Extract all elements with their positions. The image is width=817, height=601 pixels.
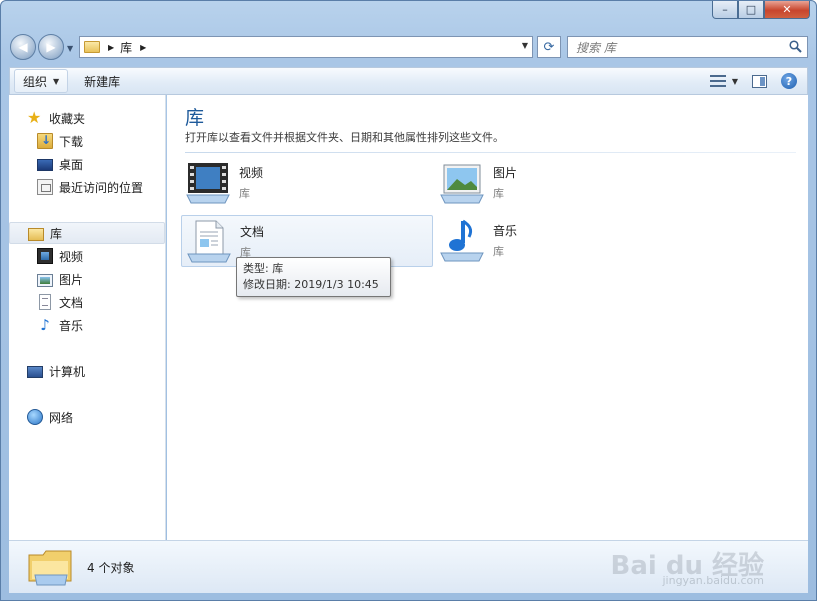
- video-library-icon: [186, 163, 230, 204]
- nav-favorites[interactable]: ★ 收藏夹: [27, 108, 85, 128]
- tile-type: 库: [493, 186, 504, 200]
- pictures-icon: [37, 273, 53, 287]
- nav-item-label: 视频: [59, 249, 84, 264]
- nav-item-label: 音乐: [59, 318, 84, 333]
- forward-button[interactable]: ▶: [38, 34, 64, 60]
- nav-favorites-label: 收藏夹: [49, 111, 86, 126]
- video-icon: [37, 248, 53, 264]
- new-library-button[interactable]: 新建库: [76, 70, 128, 92]
- library-tile-videos[interactable]: 视频 库: [181, 157, 431, 207]
- nav-libraries[interactable]: 库: [9, 222, 165, 244]
- search-input[interactable]: 搜索 库: [567, 36, 808, 58]
- view-options-icon: [709, 74, 726, 88]
- library-folder-icon: [28, 227, 44, 241]
- content-pane: 库 打开库以查看文件并根据文件夹、日期和其他属性排列这些文件。 视频 库 图片 …: [167, 95, 808, 540]
- page-title: 库: [185, 107, 205, 129]
- breadcrumb-library[interactable]: 库: [120, 39, 132, 56]
- tile-name: 图片: [493, 165, 518, 180]
- nav-item-recent-places[interactable]: 最近访问的位置: [37, 177, 143, 197]
- library-tile-pictures[interactable]: 图片 库: [435, 157, 685, 207]
- nav-item-desktop[interactable]: 桌面: [37, 154, 83, 174]
- arrow-left-icon: ◀: [18, 40, 28, 54]
- document-icon: [39, 294, 51, 310]
- nav-item-label: 文档: [59, 295, 84, 310]
- nav-computer-label: 计算机: [49, 364, 86, 379]
- preview-pane-icon[interactable]: [752, 74, 767, 88]
- new-library-label: 新建库: [84, 74, 121, 89]
- item-tooltip: 类型: 库 修改日期: 2019/1/3 10:45: [236, 257, 391, 297]
- close-button[interactable]: ✕: [764, 1, 810, 19]
- tile-name: 音乐: [493, 223, 518, 238]
- explorer-window: – □ ✕ ◀ ▶ ▼ ▶ 库 ▶ ▼ ⟳ 搜索 库 组织 ▼ 新建库 ▼ ? …: [0, 0, 817, 601]
- star-icon: ★: [27, 108, 42, 127]
- nav-libraries-label: 库: [50, 226, 63, 241]
- tooltip-date: 修改日期: 2019/1/3 10:45: [243, 278, 379, 291]
- tile-type: 库: [493, 244, 504, 258]
- baidu-watermark-url: jingyan.baidu.com: [662, 574, 764, 587]
- change-view-button[interactable]: ▼: [709, 74, 738, 88]
- library-description: 打开库以查看文件并根据文件夹、日期和其他属性排列这些文件。: [185, 131, 504, 144]
- pictures-library-icon: [440, 164, 484, 204]
- minimize-button[interactable]: –: [712, 1, 738, 19]
- music-note-icon: ♪: [40, 316, 50, 334]
- nav-network-label: 网络: [49, 410, 74, 425]
- nav-item-music[interactable]: ♪ 音乐: [37, 315, 83, 335]
- caption-buttons: – □ ✕: [712, 1, 810, 21]
- breadcrumb-chevron-icon[interactable]: ▶: [108, 43, 114, 52]
- organize-button[interactable]: 组织 ▼: [14, 69, 69, 93]
- nav-network[interactable]: 网络: [27, 407, 73, 427]
- navigation-pane: ★ 收藏夹 下载 桌面 最近访问的位置 库 视频 图片 文档: [9, 95, 166, 540]
- search-placeholder: 搜索 库: [576, 40, 616, 55]
- nav-item-downloads[interactable]: 下载: [37, 131, 83, 151]
- chevron-down-icon: ▼: [731, 76, 738, 86]
- command-bar: 组织 ▼ 新建库 ▼ ?: [9, 67, 808, 95]
- recent-pages-dropdown-icon[interactable]: ▼: [67, 44, 73, 53]
- documents-library-icon: [187, 220, 231, 263]
- help-icon[interactable]: ?: [781, 73, 797, 89]
- organize-label: 组织: [23, 74, 48, 89]
- nav-item-pictures[interactable]: 图片: [37, 269, 83, 289]
- library-folder-icon: [84, 41, 100, 53]
- refresh-button[interactable]: ⟳: [537, 36, 561, 58]
- library-tile-music[interactable]: 音乐 库: [435, 215, 685, 265]
- computer-icon: [27, 365, 43, 378]
- refresh-icon: ⟳: [543, 39, 555, 55]
- arrow-right-icon: ▶: [46, 40, 56, 54]
- search-icon[interactable]: [789, 40, 802, 53]
- network-icon: [27, 409, 43, 425]
- recent-places-icon: [37, 179, 53, 195]
- tile-name: 视频: [239, 165, 264, 180]
- tooltip-type: 类型: 库: [243, 262, 284, 275]
- divider: [185, 152, 796, 153]
- address-dropdown-icon[interactable]: ▼: [522, 41, 528, 50]
- nav-item-videos[interactable]: 视频: [37, 246, 83, 266]
- music-library-icon: [440, 219, 484, 262]
- breadcrumb-chevron-icon[interactable]: ▶: [140, 43, 146, 52]
- nav-item-label: 下载: [59, 134, 84, 149]
- back-button[interactable]: ◀: [10, 34, 36, 60]
- details-pane: 4 个对象 Bai du 经验 jingyan.baidu.com: [9, 540, 808, 593]
- desktop-icon: [37, 159, 53, 171]
- nav-item-label: 桌面: [59, 157, 84, 172]
- nav-item-documents[interactable]: 文档: [37, 292, 83, 312]
- nav-item-label: 最近访问的位置: [59, 180, 144, 195]
- tile-type: 库: [239, 186, 250, 200]
- nav-computer[interactable]: 计算机: [27, 361, 85, 381]
- tile-name: 文档: [240, 224, 265, 239]
- library-folder-icon: [28, 550, 72, 586]
- nav-item-label: 图片: [59, 272, 84, 287]
- downloads-folder-icon: [37, 133, 53, 149]
- maximize-button[interactable]: □: [738, 1, 764, 19]
- item-count: 4 个对象: [87, 560, 135, 575]
- chevron-down-icon: ▼: [53, 76, 60, 86]
- address-bar[interactable]: ▶ 库 ▶ ▼: [79, 36, 533, 58]
